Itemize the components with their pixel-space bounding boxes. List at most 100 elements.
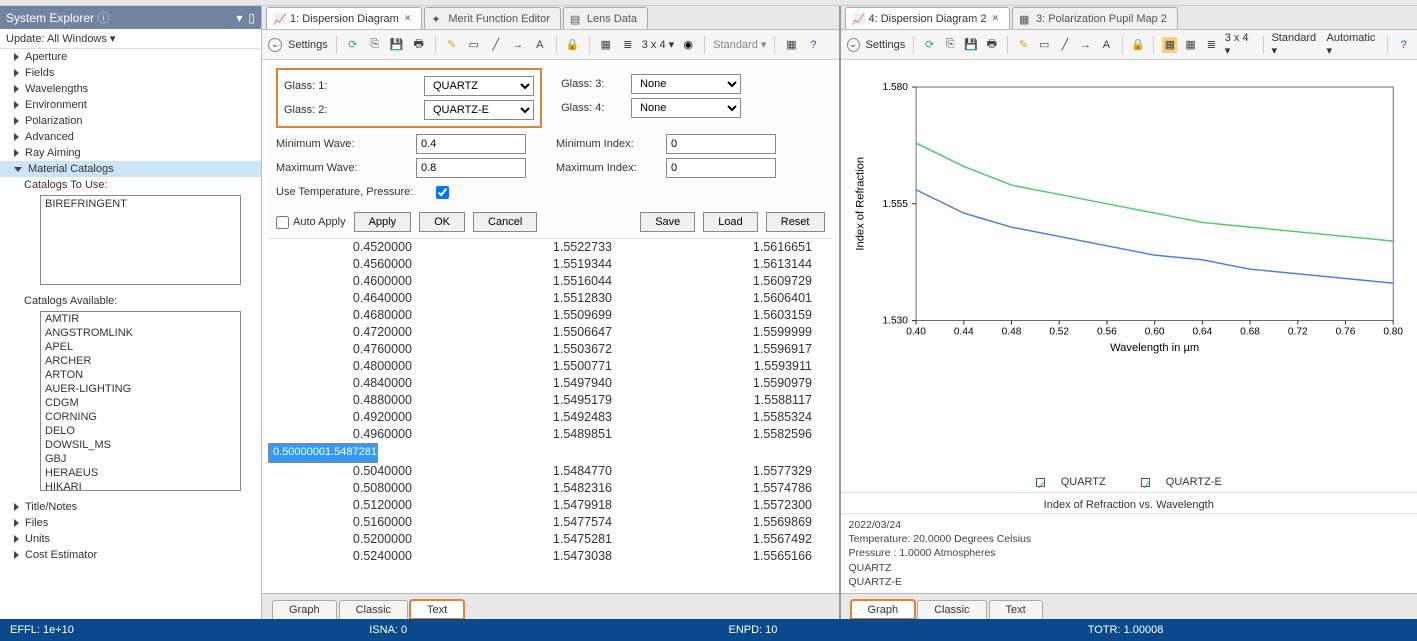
pencil-icon[interactable]: ✎: [1016, 37, 1031, 53]
tree-item-fields[interactable]: Fields: [0, 65, 261, 81]
pencil-icon[interactable]: ✎: [444, 37, 460, 53]
data-table[interactable]: 0.45200001.55227331.56166510.45600001.55…: [268, 238, 833, 593]
save-icon[interactable]: 💾: [389, 37, 405, 53]
save-button[interactable]: Save: [640, 212, 695, 232]
close-icon[interactable]: ✕: [992, 13, 1000, 24]
close-icon[interactable]: ✕: [404, 13, 412, 24]
catalog-item[interactable]: ARTON: [41, 368, 240, 382]
temp-checkbox[interactable]: [436, 186, 449, 199]
btab-graph[interactable]: Graph: [272, 600, 337, 619]
settings-button[interactable]: Settings: [866, 39, 906, 51]
tree-item-ray-aiming[interactable]: Ray Aiming: [0, 145, 261, 161]
table-row[interactable]: 0.50800001.54823161.5574786: [268, 480, 833, 497]
table-row[interactable]: 0.46800001.55096991.5603159: [268, 307, 833, 324]
lock-icon[interactable]: 🔒: [1131, 37, 1146, 53]
catalog-item[interactable]: BIREFRINGENT: [45, 198, 236, 210]
tab-dispersion-diagram[interactable]: 📈1: Dispersion Diagram✕: [266, 7, 422, 29]
standard-dropdown[interactable]: Standard ▾: [713, 38, 766, 51]
catalog-item[interactable]: ANGSTROMLINK: [41, 326, 240, 340]
tree-item-files[interactable]: Files: [0, 515, 261, 531]
table-row[interactable]: 0.50400001.54847701.5577329: [268, 463, 833, 480]
tab-polarization-map[interactable]: ▦3: Polarization Pupil Map 2: [1012, 7, 1178, 29]
table-row[interactable]: 0.49600001.54898511.5582596: [268, 426, 833, 443]
help-icon[interactable]: ?: [1396, 37, 1411, 53]
btab-graph[interactable]: Graph: [851, 600, 916, 619]
catalog-item[interactable]: AMTIR: [41, 312, 240, 326]
tree-item-material-catalogs[interactable]: Material Catalogs: [0, 161, 261, 177]
table-row[interactable]: 0.46000001.55160441.5609729: [268, 273, 833, 290]
catalog-item[interactable]: CDGM: [41, 396, 240, 410]
text-icon[interactable]: A: [1099, 37, 1114, 53]
arrow-icon[interactable]: →: [510, 37, 526, 53]
window-icon[interactable]: ▦: [1162, 37, 1177, 53]
load-button[interactable]: Load: [703, 212, 757, 232]
tab-dispersion-2[interactable]: 📈4: Dispersion Diagram 2✕: [845, 7, 1011, 29]
tree-item-cost-estimator[interactable]: Cost Estimator: [0, 547, 261, 563]
expand-icon[interactable]: ⌄: [268, 38, 282, 52]
lock-icon[interactable]: 🔒: [565, 37, 581, 53]
settings-button[interactable]: Settings: [288, 39, 328, 51]
line-icon[interactable]: ╱: [488, 37, 504, 53]
layers-icon[interactable]: ≣: [620, 37, 636, 53]
apply-button[interactable]: Apply: [354, 212, 412, 232]
grid-icon[interactable]: ▦: [598, 37, 614, 53]
grid-dropdown[interactable]: 3 x 4 ▾: [642, 38, 674, 51]
help-icon[interactable]: ?: [805, 37, 821, 53]
catalog-item[interactable]: DOWSIL_MS: [41, 438, 240, 452]
table-row[interactable]: 0.50000001.54872811.5579932: [268, 443, 378, 463]
table-row[interactable]: 0.48400001.54979401.5590979: [268, 375, 833, 392]
config-icon[interactable]: ▦: [783, 37, 799, 53]
catalog-item[interactable]: DELO: [41, 424, 240, 438]
automatic-dropdown[interactable]: Automatic ▾: [1326, 32, 1379, 57]
table-row[interactable]: 0.51200001.54799181.5572300: [268, 497, 833, 514]
copy-icon[interactable]: ⎘: [943, 37, 958, 53]
catalogs-to-use-list[interactable]: BIREFRINGENT: [40, 195, 241, 285]
tree-item-units[interactable]: Units: [0, 531, 261, 547]
table-row[interactable]: 0.49200001.54924831.5585324: [268, 409, 833, 426]
print-icon[interactable]: 🖶: [411, 37, 427, 53]
refresh-icon[interactable]: ⟳: [922, 37, 937, 53]
expand-icon[interactable]: ⌄: [847, 38, 860, 52]
minwave-input[interactable]: [416, 134, 526, 154]
text-icon[interactable]: A: [532, 37, 548, 53]
refresh-icon[interactable]: ⟳: [345, 37, 361, 53]
table-row[interactable]: 0.47200001.55066471.5599999: [268, 324, 833, 341]
btab-text[interactable]: Text: [410, 600, 464, 619]
btab-classic[interactable]: Classic: [917, 600, 986, 619]
catalog-item[interactable]: HIKARI: [41, 480, 240, 491]
update-dropdown[interactable]: Update: All Windows ▾: [0, 29, 261, 49]
reset-button[interactable]: Reset: [766, 212, 825, 232]
table-row[interactable]: 0.52000001.54752811.5567492: [268, 531, 833, 548]
pin-icon[interactable]: ▯: [248, 11, 255, 25]
catalog-item[interactable]: GBJ: [41, 452, 240, 466]
standard-dropdown[interactable]: Standard ▾: [1271, 32, 1320, 57]
tree-item-environment[interactable]: Environment: [0, 97, 261, 113]
tree-item-polarization[interactable]: Polarization: [0, 113, 261, 129]
table-row[interactable]: 0.47600001.55036721.5596917: [268, 341, 833, 358]
table-row[interactable]: 0.46400001.55128301.5606401: [268, 290, 833, 307]
btab-classic[interactable]: Classic: [339, 600, 408, 619]
grid-icon[interactable]: ▦: [1183, 37, 1198, 53]
arrow-icon[interactable]: →: [1078, 37, 1093, 53]
maxwave-input[interactable]: [416, 158, 526, 178]
table-row[interactable]: 0.48800001.54951791.5588117: [268, 392, 833, 409]
dropdown-icon[interactable]: ▾: [236, 11, 242, 25]
catalog-item[interactable]: APEL: [41, 340, 240, 354]
glass2-select[interactable]: QUARTZ-E: [424, 100, 534, 120]
cancel-button[interactable]: Cancel: [473, 212, 537, 232]
layers-icon[interactable]: ≣: [1204, 37, 1219, 53]
glass3-select[interactable]: None: [631, 74, 741, 94]
glass1-select[interactable]: QUARTZ: [424, 76, 534, 96]
table-row[interactable]: 0.51600001.54775741.5569869: [268, 514, 833, 531]
tree-item-title-notes[interactable]: Title/Notes: [0, 499, 261, 515]
table-row[interactable]: 0.48000001.55007711.5593911: [268, 358, 833, 375]
catalogs-available-list[interactable]: AMTIRANGSTROMLINKAPELARCHERARTONAUER-LIG…: [40, 311, 241, 491]
chart-area[interactable]: 1.5301.5551.5800.400.440.480.520.560.600…: [845, 64, 1414, 468]
save-icon[interactable]: 💾: [964, 37, 979, 53]
glass4-select[interactable]: None: [631, 98, 741, 118]
btab-text[interactable]: Text: [989, 600, 1043, 619]
target-icon[interactable]: ◉: [680, 37, 696, 53]
catalog-item[interactable]: HERAEUS: [41, 466, 240, 480]
rect-icon[interactable]: ▭: [466, 37, 482, 53]
tree-item-wavelengths[interactable]: Wavelengths: [0, 81, 261, 97]
